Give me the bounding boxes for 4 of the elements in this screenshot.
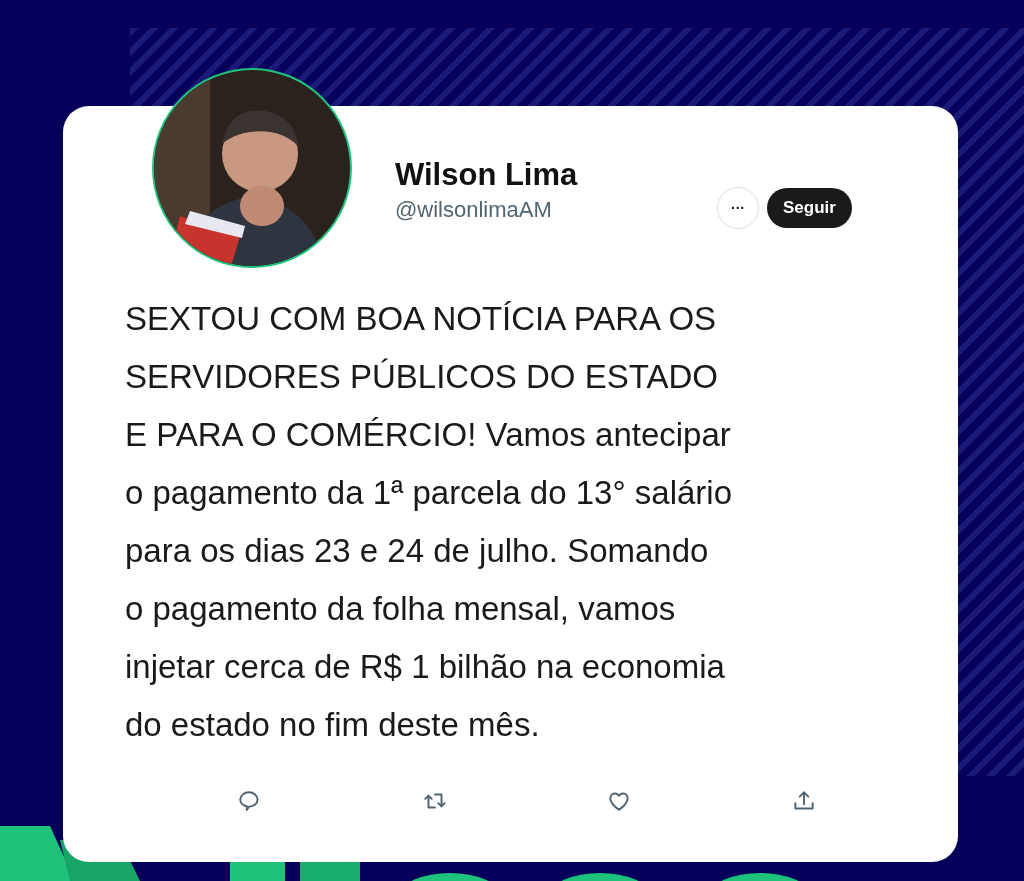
author-name: Wilson Lima (395, 156, 578, 194)
author-handle: @wilsonlimaAM (395, 196, 553, 224)
follow-button[interactable]: Seguir (767, 188, 852, 228)
tweet-text: SEXTOU COM BOA NOTÍCIA PARA OS SERVIDORES PÚBLICOS DO ESTADO E PARA O COMÉRCIO! Vamos antecipar o pagamento da 1ª parcela do 13° salário para os dias 23 e 24 de julho. Somando o pagamento da folha mensal, vamos injetar cerca de R$ 1 bilhão na economia do estado no fim deste mês. (125, 299, 732, 745)
